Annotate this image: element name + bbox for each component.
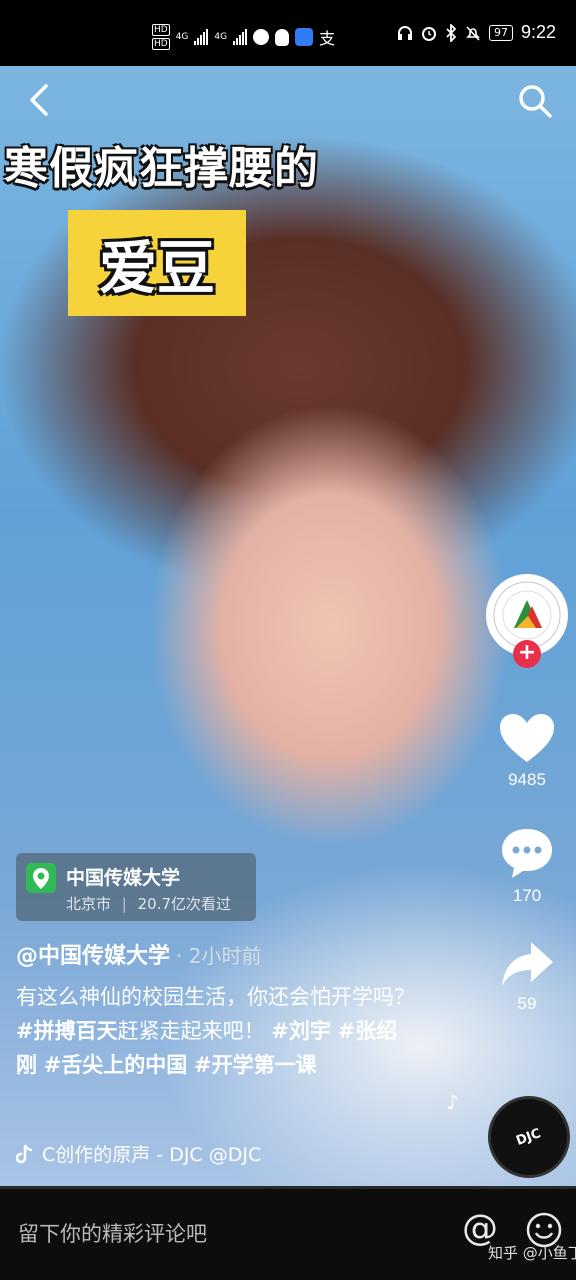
search-button[interactable] — [516, 82, 554, 120]
comment-count: 170 — [512, 886, 542, 905]
caption-text-1: 有这么神仙的校园生活，你还会怕开学吗？ — [16, 985, 415, 1009]
disc-label: DJC — [514, 1125, 544, 1149]
like-button[interactable]: 9485 — [492, 712, 562, 790]
back-button[interactable] — [22, 80, 58, 120]
status-bar: HD HD 4G 4G 支 97 9:22 — [0, 0, 576, 66]
author-line: @中国传媒大学 · 2小时前 — [16, 938, 261, 970]
location-views: 20.7亿次看过 — [137, 895, 232, 913]
status-left: HD HD 4G 4G 支 — [152, 24, 335, 50]
location-city: 北京市 — [66, 895, 112, 913]
comment-input[interactable]: 留下你的精彩评论吧 — [18, 1218, 207, 1248]
music-title: C创作的原声 - DJC @DJC — [42, 1144, 262, 1166]
heart-icon — [500, 714, 554, 762]
net-label-2: 4G — [214, 32, 228, 42]
bluetooth-icon — [446, 23, 457, 42]
battery-indicator: 97 — [488, 24, 513, 41]
post-time: · 2小时前 — [176, 944, 262, 968]
author-name[interactable]: @中国传媒大学 — [16, 944, 170, 969]
zhihu-watermark: 知乎 @小鱼丁人 — [488, 1244, 576, 1262]
location-divider: | — [121, 895, 127, 913]
comment-button[interactable]: 170 — [492, 826, 562, 906]
clock: 9:22 — [520, 22, 556, 42]
location-pin-icon — [26, 863, 56, 893]
search-icon — [519, 85, 552, 118]
like-count: 9485 — [508, 770, 546, 789]
video-title-box: 爱豆 — [68, 210, 246, 316]
share-count: 59 — [517, 994, 537, 1013]
share-icon — [502, 942, 553, 986]
hd-badge-1: HD — [152, 24, 170, 36]
app-icon — [295, 28, 314, 46]
hashtag-1[interactable]: #拼搏百天 — [16, 1019, 118, 1043]
comment-icon — [502, 829, 552, 878]
video-progress[interactable] — [0, 1186, 576, 1189]
net-label-1: 4G — [175, 32, 189, 42]
alarm-icon — [421, 26, 436, 41]
hashtag-2[interactable]: #刘宇 — [271, 1019, 331, 1043]
video-title-line2: 爱豆 — [98, 234, 215, 302]
tiktok-note-icon — [16, 1144, 33, 1163]
hashtag-4[interactable]: #舌尖上的中国 — [44, 1053, 188, 1077]
signal-icon-2 — [233, 29, 248, 45]
music-info[interactable]: C创作的原声 - DJC @DJC — [16, 1140, 306, 1167]
hd-badge-2: HD — [152, 38, 170, 50]
caption-text-2: 赶紧走起来吧！ — [117, 1019, 265, 1043]
video-title-line1: 寒假疯狂撑腰的 — [4, 143, 319, 194]
headphone-icon — [397, 25, 412, 40]
location-meta: 北京市 | 20.7亿次看过 — [66, 893, 231, 914]
hashtag-5[interactable]: #开学第一课 — [194, 1053, 317, 1077]
comment-bar: 留下你的精彩评论吧 @ 知乎 @小鱼丁人 — [0, 1186, 576, 1280]
screen: HD HD 4G 4G 支 97 9:22 寒假疯狂撑腰的 爱豆 + 9485 … — [0, 0, 576, 1280]
video-caption: 有这么神仙的校园生活，你还会怕开学吗？ #拼搏百天赶紧走起来吧！ #刘宇 #张绍… — [16, 980, 416, 1082]
follow-button[interactable]: + — [513, 640, 541, 668]
status-right: 97 9:22 — [397, 22, 556, 43]
signal-icon-1 — [194, 29, 209, 45]
music-note-icon: ♪ — [446, 1090, 459, 1114]
hd-badges: HD HD — [152, 24, 170, 50]
share-button[interactable]: 59 — [492, 940, 562, 1014]
qq-icon — [275, 28, 290, 46]
mute-bell-icon — [466, 25, 480, 41]
back-icon — [30, 84, 48, 116]
alipay-icon: 支 — [319, 29, 336, 48]
location-name: 中国传媒大学 — [66, 867, 181, 889]
browser-icon — [253, 29, 270, 45]
location-tag[interactable]: 中国传媒大学 北京市 | 20.7亿次看过 — [16, 853, 256, 921]
music-disc[interactable]: DJC — [488, 1096, 570, 1178]
